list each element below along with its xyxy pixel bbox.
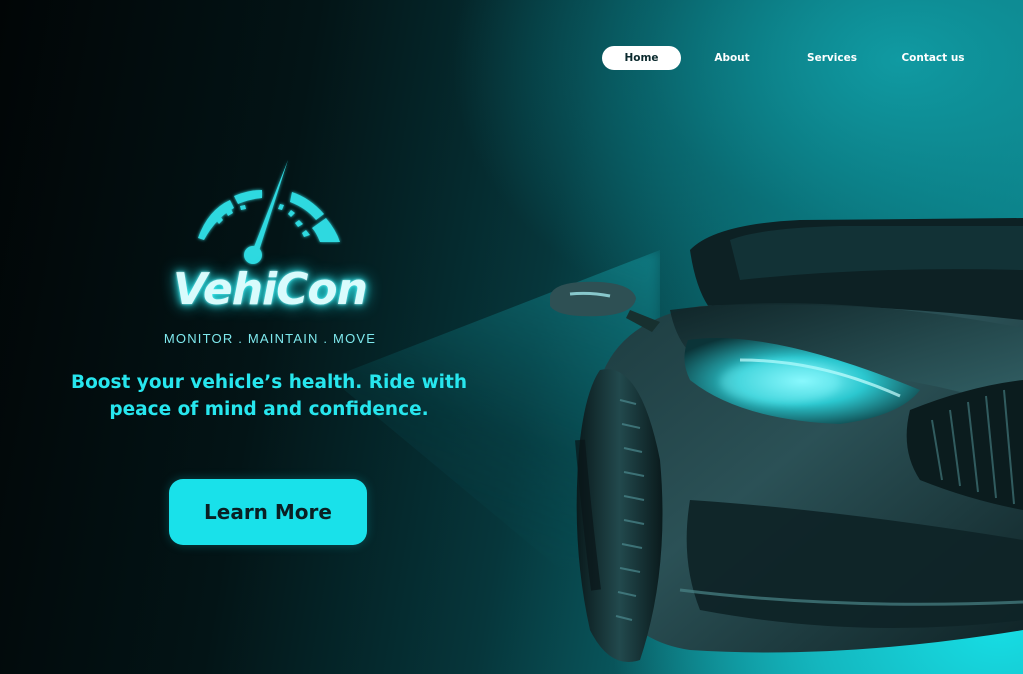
landing-page: Home About Services Contact us VehiCon M… (0, 0, 1023, 674)
hero-headline-line-2: peace of mind and confidence. (109, 399, 429, 420)
nav-about[interactable]: About (710, 46, 754, 70)
nav-services[interactable]: Services (802, 46, 862, 70)
top-nav: Home About Services Contact us (602, 46, 982, 70)
brand-name: VehiCon (173, 264, 368, 315)
car-front-image (550, 218, 1023, 662)
brand-tagline: MONITOR . MAINTAIN . MOVE (163, 331, 377, 346)
hero-headline-line-1: Boost your vehicle’s health. Ride with (70, 372, 468, 393)
nav-home[interactable]: Home (602, 46, 681, 70)
nav-contact-us[interactable]: Contact us (900, 46, 966, 70)
hero-headline: Boost your vehicle’s health. Ride with p… (30, 369, 508, 423)
speedometer-gauge-icon (198, 160, 340, 264)
learn-more-button[interactable]: Learn More (169, 479, 367, 545)
